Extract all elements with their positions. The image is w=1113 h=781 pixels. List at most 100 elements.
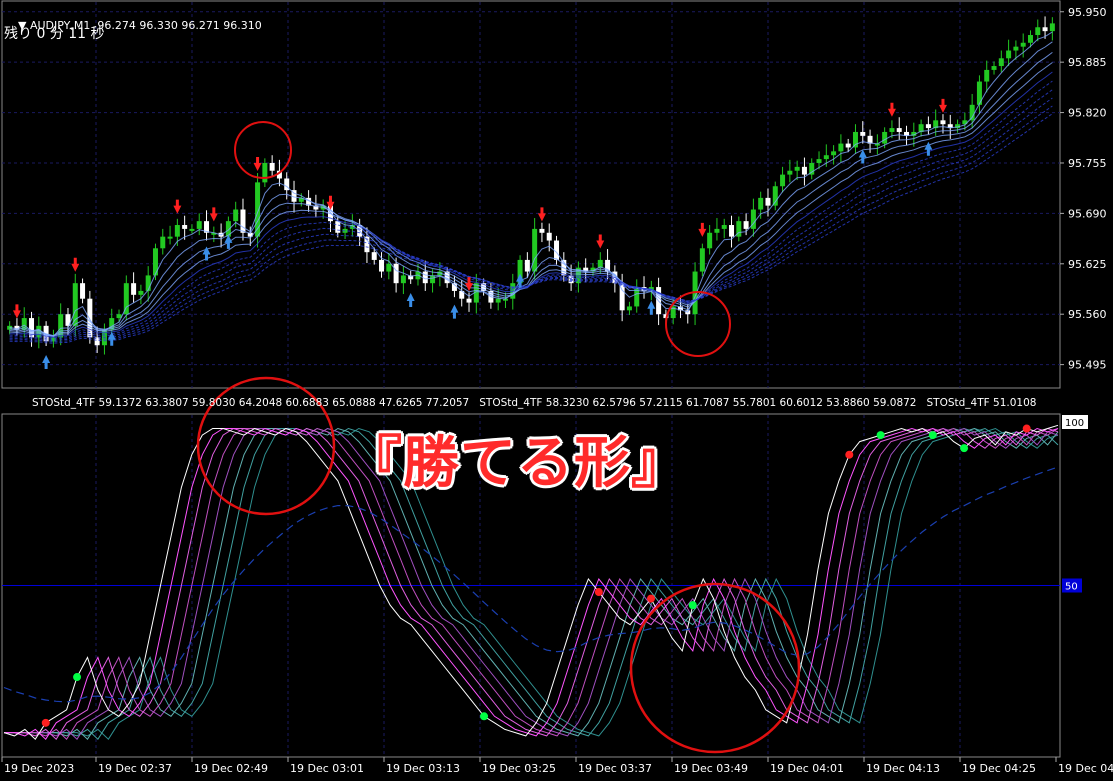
candle-body xyxy=(182,225,188,229)
time-axis-label: 19 Dec 03:25 xyxy=(482,762,556,775)
signal-dot xyxy=(41,718,50,727)
candle-body xyxy=(422,271,428,284)
candle-body xyxy=(801,166,807,175)
candle-body xyxy=(1049,23,1055,32)
time-axis-label: 19 Dec 03:01 xyxy=(290,762,364,775)
ma-line xyxy=(9,62,1053,337)
ma-line xyxy=(9,105,1053,343)
ma-line xyxy=(9,80,1053,339)
candle-body xyxy=(925,124,931,129)
sell-arrow-icon xyxy=(938,98,947,113)
candle-body xyxy=(131,283,137,295)
candle-body xyxy=(539,228,545,233)
candle-body xyxy=(896,128,902,132)
candle-body xyxy=(262,162,268,183)
price-axis-label: 95.625 xyxy=(1068,258,1107,271)
candle-body xyxy=(707,232,713,249)
price-axis-label: 95.495 xyxy=(1068,359,1107,372)
candle-body xyxy=(758,197,764,210)
candle-body xyxy=(145,275,151,291)
sell-arrow-icon xyxy=(209,207,218,222)
candle-body xyxy=(626,306,632,311)
price-axis-label: 95.820 xyxy=(1068,107,1107,120)
time-axis-label: 19 Dec 03:49 xyxy=(674,762,748,775)
time-axis-label: 19 Dec 04:25 xyxy=(962,762,1036,775)
candle-body xyxy=(160,236,166,249)
buy-arrow-icon xyxy=(450,304,459,319)
price-axis-label: 95.885 xyxy=(1068,56,1107,69)
candle-body xyxy=(743,221,749,229)
signal-dot xyxy=(688,601,697,610)
candle-body xyxy=(1013,46,1019,51)
candle-body xyxy=(729,225,735,237)
candle-body xyxy=(174,225,180,237)
candle-body xyxy=(845,143,851,148)
sell-arrow-icon xyxy=(12,304,21,319)
candle-body xyxy=(1006,50,1012,59)
candle-body xyxy=(787,170,793,175)
candle-body xyxy=(1042,27,1048,32)
candle-body xyxy=(699,248,705,272)
candle-body xyxy=(189,228,195,231)
candle-body xyxy=(714,228,720,233)
candle-body xyxy=(1035,27,1041,36)
candle-body xyxy=(371,252,377,260)
chart-window[interactable]: 95.950 95.885 95.820 95.755 95.690 95.625 95.5… xyxy=(0,0,1113,777)
candle-body xyxy=(1027,35,1033,43)
candle-body xyxy=(940,120,946,125)
signal-dot xyxy=(647,594,656,603)
level-50-label: 50 xyxy=(1065,582,1078,593)
buy-arrow-icon xyxy=(406,293,415,308)
ma-line xyxy=(9,71,1053,338)
sell-arrow-icon xyxy=(71,257,80,272)
annotation-label: 『勝てる形』 xyxy=(346,431,688,496)
candle-body xyxy=(794,166,800,171)
candles xyxy=(7,16,1055,355)
stoch-trend-line xyxy=(3,466,1059,703)
time-axis-label: 19 Dec 04:01 xyxy=(770,762,844,775)
signal-dot xyxy=(845,450,854,459)
highlight-circle xyxy=(665,291,731,357)
candle-body xyxy=(335,221,341,233)
sell-arrow-icon xyxy=(253,156,262,171)
signal-dot xyxy=(960,444,969,453)
candle-body xyxy=(495,298,501,303)
signal-dot xyxy=(876,431,885,440)
time-axis-label: 19 Dec 04 xyxy=(1058,762,1113,775)
buy-arrow-icon xyxy=(647,300,656,315)
time-axis-label: 19 Dec 03:13 xyxy=(386,762,460,775)
level-100-label: 100 xyxy=(1065,418,1084,429)
candle-body xyxy=(831,151,837,156)
candle-body xyxy=(1020,42,1026,47)
candle-body xyxy=(852,131,858,148)
candle-body xyxy=(379,259,385,272)
candle-body xyxy=(721,225,727,229)
sell-arrow-icon xyxy=(887,102,896,117)
candle-body xyxy=(984,69,990,82)
candle-body xyxy=(765,197,771,206)
time-axis-label: 19 Dec 2023 xyxy=(4,762,74,775)
candle-body xyxy=(889,128,895,132)
candle-body xyxy=(823,155,829,160)
ma-line xyxy=(9,51,1053,337)
candle-body xyxy=(860,131,866,136)
candle-body xyxy=(991,66,997,70)
candle-body xyxy=(138,290,144,295)
candle-body xyxy=(772,186,778,206)
sell-arrow-icon xyxy=(698,222,707,237)
candle-body xyxy=(167,236,173,239)
candle-body xyxy=(524,259,530,272)
candle-body xyxy=(532,228,538,272)
time-axis-label: 19 Dec 02:37 xyxy=(98,762,172,775)
price-axis-label: 95.560 xyxy=(1068,308,1107,321)
ma-line xyxy=(9,89,1053,341)
candle-body xyxy=(466,298,472,303)
candle-body xyxy=(838,143,844,152)
buy-arrow-icon xyxy=(42,355,51,370)
sell-arrow-icon xyxy=(537,207,546,222)
candle-body xyxy=(80,283,86,299)
candle-body xyxy=(240,209,246,233)
chart-canvas[interactable]: 95.950 95.885 95.820 95.755 95.690 95.625 95.5… xyxy=(0,0,1113,777)
signal-dot xyxy=(1022,424,1031,433)
sell-arrow-icon xyxy=(173,199,182,214)
